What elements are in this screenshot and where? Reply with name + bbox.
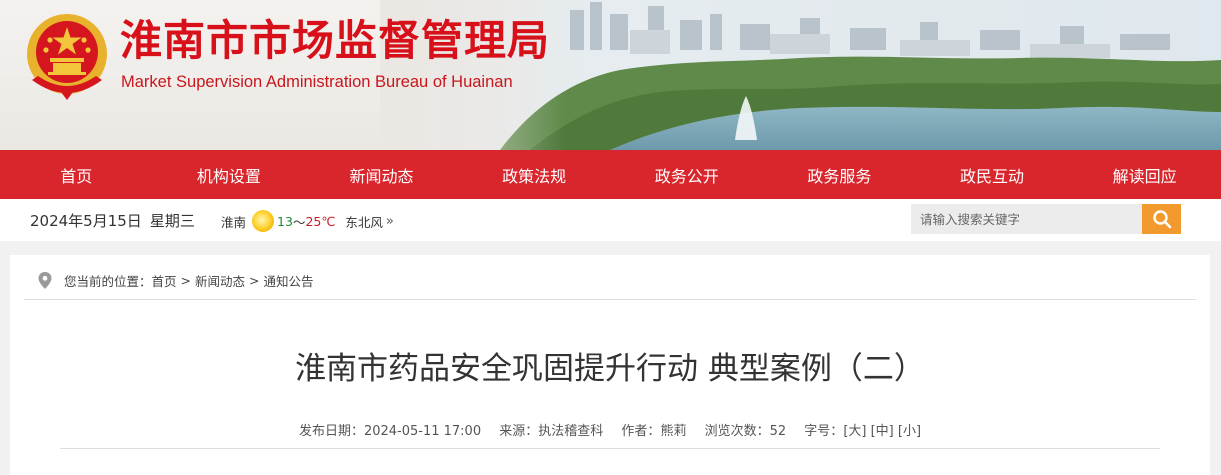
breadcrumb-separator: >: [249, 273, 260, 288]
date-text: 2024年5月15日: [30, 212, 142, 230]
meta-divider: [60, 448, 1160, 449]
breadcrumb-news[interactable]: 新闻动态: [195, 271, 245, 290]
breadcrumb: 您当前的位置： 首页 > 新闻动态 > 通知公告: [38, 271, 314, 290]
nav-item-home[interactable]: 首页: [0, 150, 153, 199]
font-size-large[interactable]: [大]: [843, 424, 866, 439]
article-source: 来源：执法稽查科: [499, 424, 603, 439]
current-date: 2024年5月15日 星期三: [30, 210, 195, 231]
author-label: 作者：: [621, 424, 661, 439]
breadcrumb-separator: >: [180, 273, 192, 288]
location-pin-icon: [38, 272, 52, 289]
font-size-label: 字号：: [804, 424, 844, 439]
weather-more-icon[interactable]: »: [386, 214, 394, 229]
temp-separator: ～: [292, 214, 306, 230]
view-count: 浏览次数：52: [705, 424, 787, 439]
nav-item-gov-services[interactable]: 政务服务: [763, 150, 916, 199]
breadcrumb-prefix: 您当前的位置：: [64, 274, 152, 289]
nav-item-interpretation[interactable]: 解读回应: [1068, 150, 1221, 199]
article-card: 您当前的位置： 首页 > 新闻动态 > 通知公告 淮南市药品安全巩固提升行动 典…: [10, 255, 1210, 475]
font-size-medium[interactable]: [中]: [871, 424, 894, 439]
search-button[interactable]: [1142, 204, 1181, 234]
sunny-icon: [252, 210, 275, 232]
weekday-text: 星期三: [149, 212, 195, 230]
views-label: 浏览次数：: [704, 424, 770, 439]
nav-item-gov-affairs-open[interactable]: 政务公开: [611, 150, 764, 199]
nav-item-interaction[interactable]: 政民互动: [916, 150, 1069, 199]
nav-item-news[interactable]: 新闻动态: [305, 150, 458, 199]
site-title: 淮南市市场监督管理局: [120, 16, 551, 65]
weather-widget: 淮南 13 ～ 25℃ 东北风 »: [221, 210, 394, 232]
breadcrumb-home[interactable]: 首页: [152, 271, 177, 290]
temp-low: 13: [277, 213, 293, 229]
font-size-switcher: 字号：[大] [中] [小]: [804, 424, 921, 439]
main-nav: 首页 机构设置 新闻动态 政策法规 政务公开 政务服务 政民互动 解读回应: [0, 150, 1221, 199]
search-icon: [1152, 210, 1171, 229]
article-author: 作者：熊莉: [621, 424, 686, 439]
article-title: 淮南市药品安全巩固提升行动 典型案例（二）: [295, 351, 925, 387]
nav-item-policies[interactable]: 政策法规: [458, 150, 611, 199]
publish-date: 发布日期：2024-05-11 17:00: [299, 424, 481, 439]
source-value: 执法稽查科: [538, 424, 604, 439]
site-subtitle: Market Supervision Administration Bureau…: [121, 73, 513, 91]
header-banner: 淮南市市场监督管理局 Market Supervision Administra…: [0, 0, 1221, 150]
article-meta: 发布日期：2024-05-11 17:00 来源：执法稽查科 作者：熊莉 浏览次…: [10, 420, 1210, 439]
wind-direction: 东北风: [345, 214, 383, 230]
national-emblem-icon: [22, 10, 112, 102]
author-value: 熊莉: [660, 424, 687, 439]
publish-date-label: 发布日期：: [298, 424, 364, 439]
temp-high: 25℃: [305, 213, 336, 229]
search-input[interactable]: [911, 204, 1143, 234]
font-size-small[interactable]: [小]: [898, 424, 921, 439]
publish-date-value: 2024-05-11 17:00: [363, 424, 482, 439]
breadcrumb-divider: [24, 299, 1196, 300]
nav-item-organization[interactable]: 机构设置: [153, 150, 306, 199]
weather-city: 淮南: [221, 214, 247, 230]
info-bar: 2024年5月15日 星期三 淮南 13 ～ 25℃ 东北风 »: [0, 199, 1221, 241]
breadcrumb-notices[interactable]: 通知公告: [264, 271, 314, 290]
views-value: 52: [769, 424, 787, 439]
source-label: 来源：: [499, 424, 539, 439]
